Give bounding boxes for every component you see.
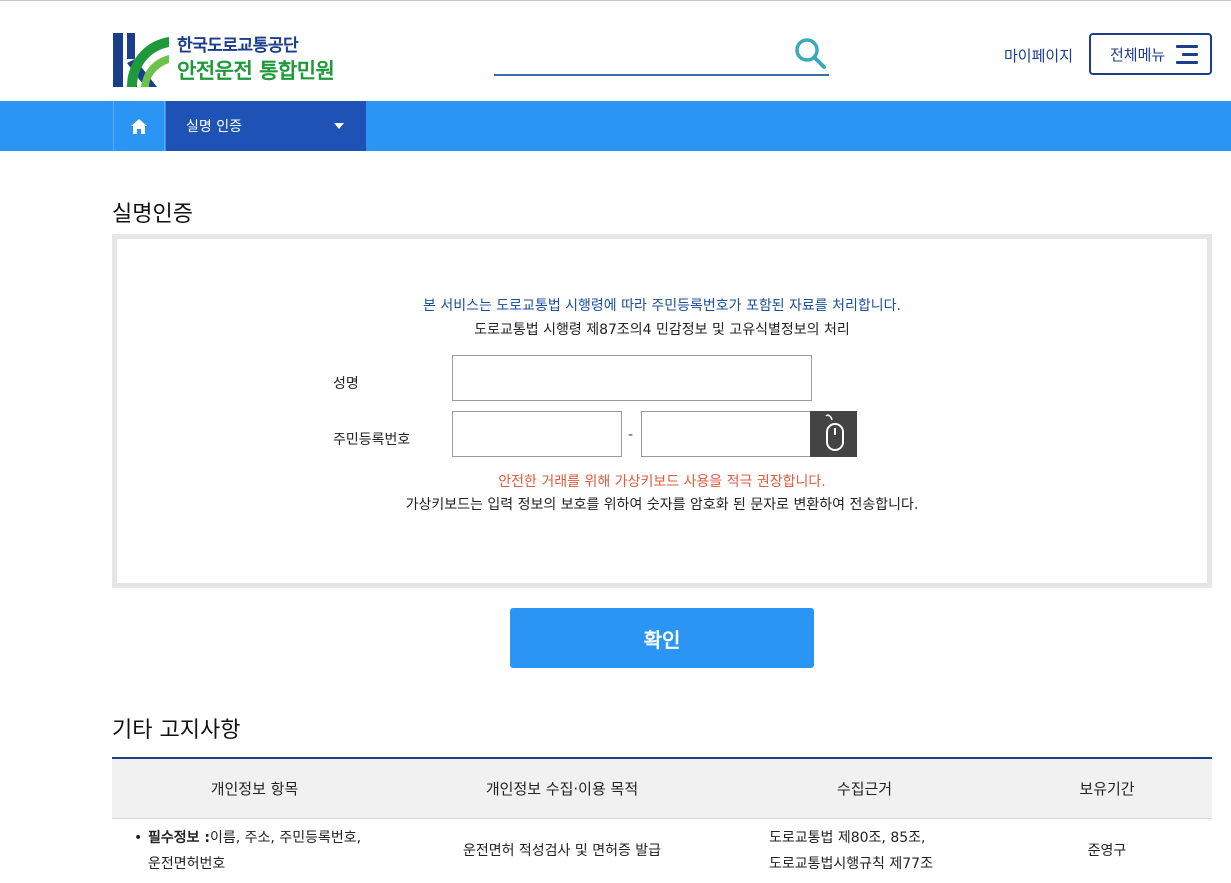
site-title: 안전운전 통합민원 [177,59,335,83]
item-line-1: 이름, 주소, 주민등록번호, [210,830,362,847]
nav-bar: 실명 인증 [0,101,1231,151]
basis-cell: 도로교통법 제80조, 85조, 도로교통법시행규칙 제77조 [727,818,1002,883]
notice-line-2: 도로교통법 시행령 제87조의4 민감정보 및 고유식별정보의 처리 [474,322,850,338]
hamburger-icon [1176,45,1198,65]
search-field[interactable] [494,34,829,76]
retention-cell: 준영구 [1087,843,1127,860]
column-header: 개인정보 수집·이용 목적 [397,757,727,819]
verification-form: 본 서비스는 도로교통법 시행령에 따라 주민등록번호가 포함된 자료를 처리합… [112,234,1212,588]
purpose-cell: 운전면허 적성검사 및 면허증 발급 [462,843,662,860]
notice-line-1: 본 서비스는 도로교통법 시행령에 따라 주민등록번호가 포함된 자료를 처리합… [423,298,901,314]
rrn-separator: - [628,427,634,443]
notice-section-title: 기타 고지사항 [112,718,241,743]
org-name: 한국도로교통공단 [177,36,299,56]
home-button[interactable] [113,101,165,151]
logo-mark-icon [113,33,169,87]
mypage-link[interactable]: 마이페이지 [1004,45,1073,66]
rrn-back-input[interactable] [641,411,811,457]
rrn-front-input[interactable] [452,411,622,457]
search-icon[interactable] [793,36,827,70]
basis-line-1: 도로교통법 제80조, 85조, [769,830,926,847]
virtual-keyboard-info: 가상키보드는 입력 정보의 보호를 위하여 숫자를 암호화 된 문자로 변환하여… [405,497,919,513]
nav-current-label: 실명 인증 [186,119,242,135]
confirm-button[interactable]: 확인 [510,608,814,668]
column-header: 보유기간 [1002,757,1212,819]
item-line-2: 운전면허번호 [148,856,226,873]
home-icon [131,118,147,134]
caret-down-icon [334,123,344,129]
item-prefix: 필수정보 : [148,830,210,847]
column-header: 개인정보 항목 [112,757,397,819]
rrn-label: 주민등록번호 [333,432,411,448]
name-input[interactable] [452,355,812,401]
page-title: 실명인증 [112,202,193,227]
mouse-icon [824,414,844,451]
name-label: 성명 [333,376,359,392]
table-header-row: 개인정보 항목 개인정보 수집·이용 목적 수집근거 보유기간 [112,757,1212,819]
virtual-keyboard-button[interactable] [810,411,857,457]
all-menu-button[interactable]: 전체메뉴 [1089,33,1212,75]
basis-line-2: 도로교통법시행규칙 제77조 [769,856,933,873]
item-cell: 필수정보 :이름, 주소, 주민등록번호, 운전면허번호 [112,818,397,883]
site-logo[interactable]: 한국도로교통공단 안전운전 통합민원 [113,33,335,87]
nav-dropdown[interactable]: 실명 인증 [166,101,366,151]
table-row: 필수정보 :이름, 주소, 주민등록번호, 운전면허번호 운전면허 적성검사 및… [112,818,1212,883]
virtual-keyboard-warning: 안전한 거래를 위해 가상키보드 사용을 적극 권장합니다. [498,474,826,490]
top-divider [0,0,1231,1]
column-header: 수집근거 [727,757,1002,819]
privacy-table: 개인정보 항목 개인정보 수집·이용 목적 수집근거 보유기간 필수정보 :이름… [112,757,1212,883]
all-menu-label: 전체메뉴 [1110,45,1166,64]
